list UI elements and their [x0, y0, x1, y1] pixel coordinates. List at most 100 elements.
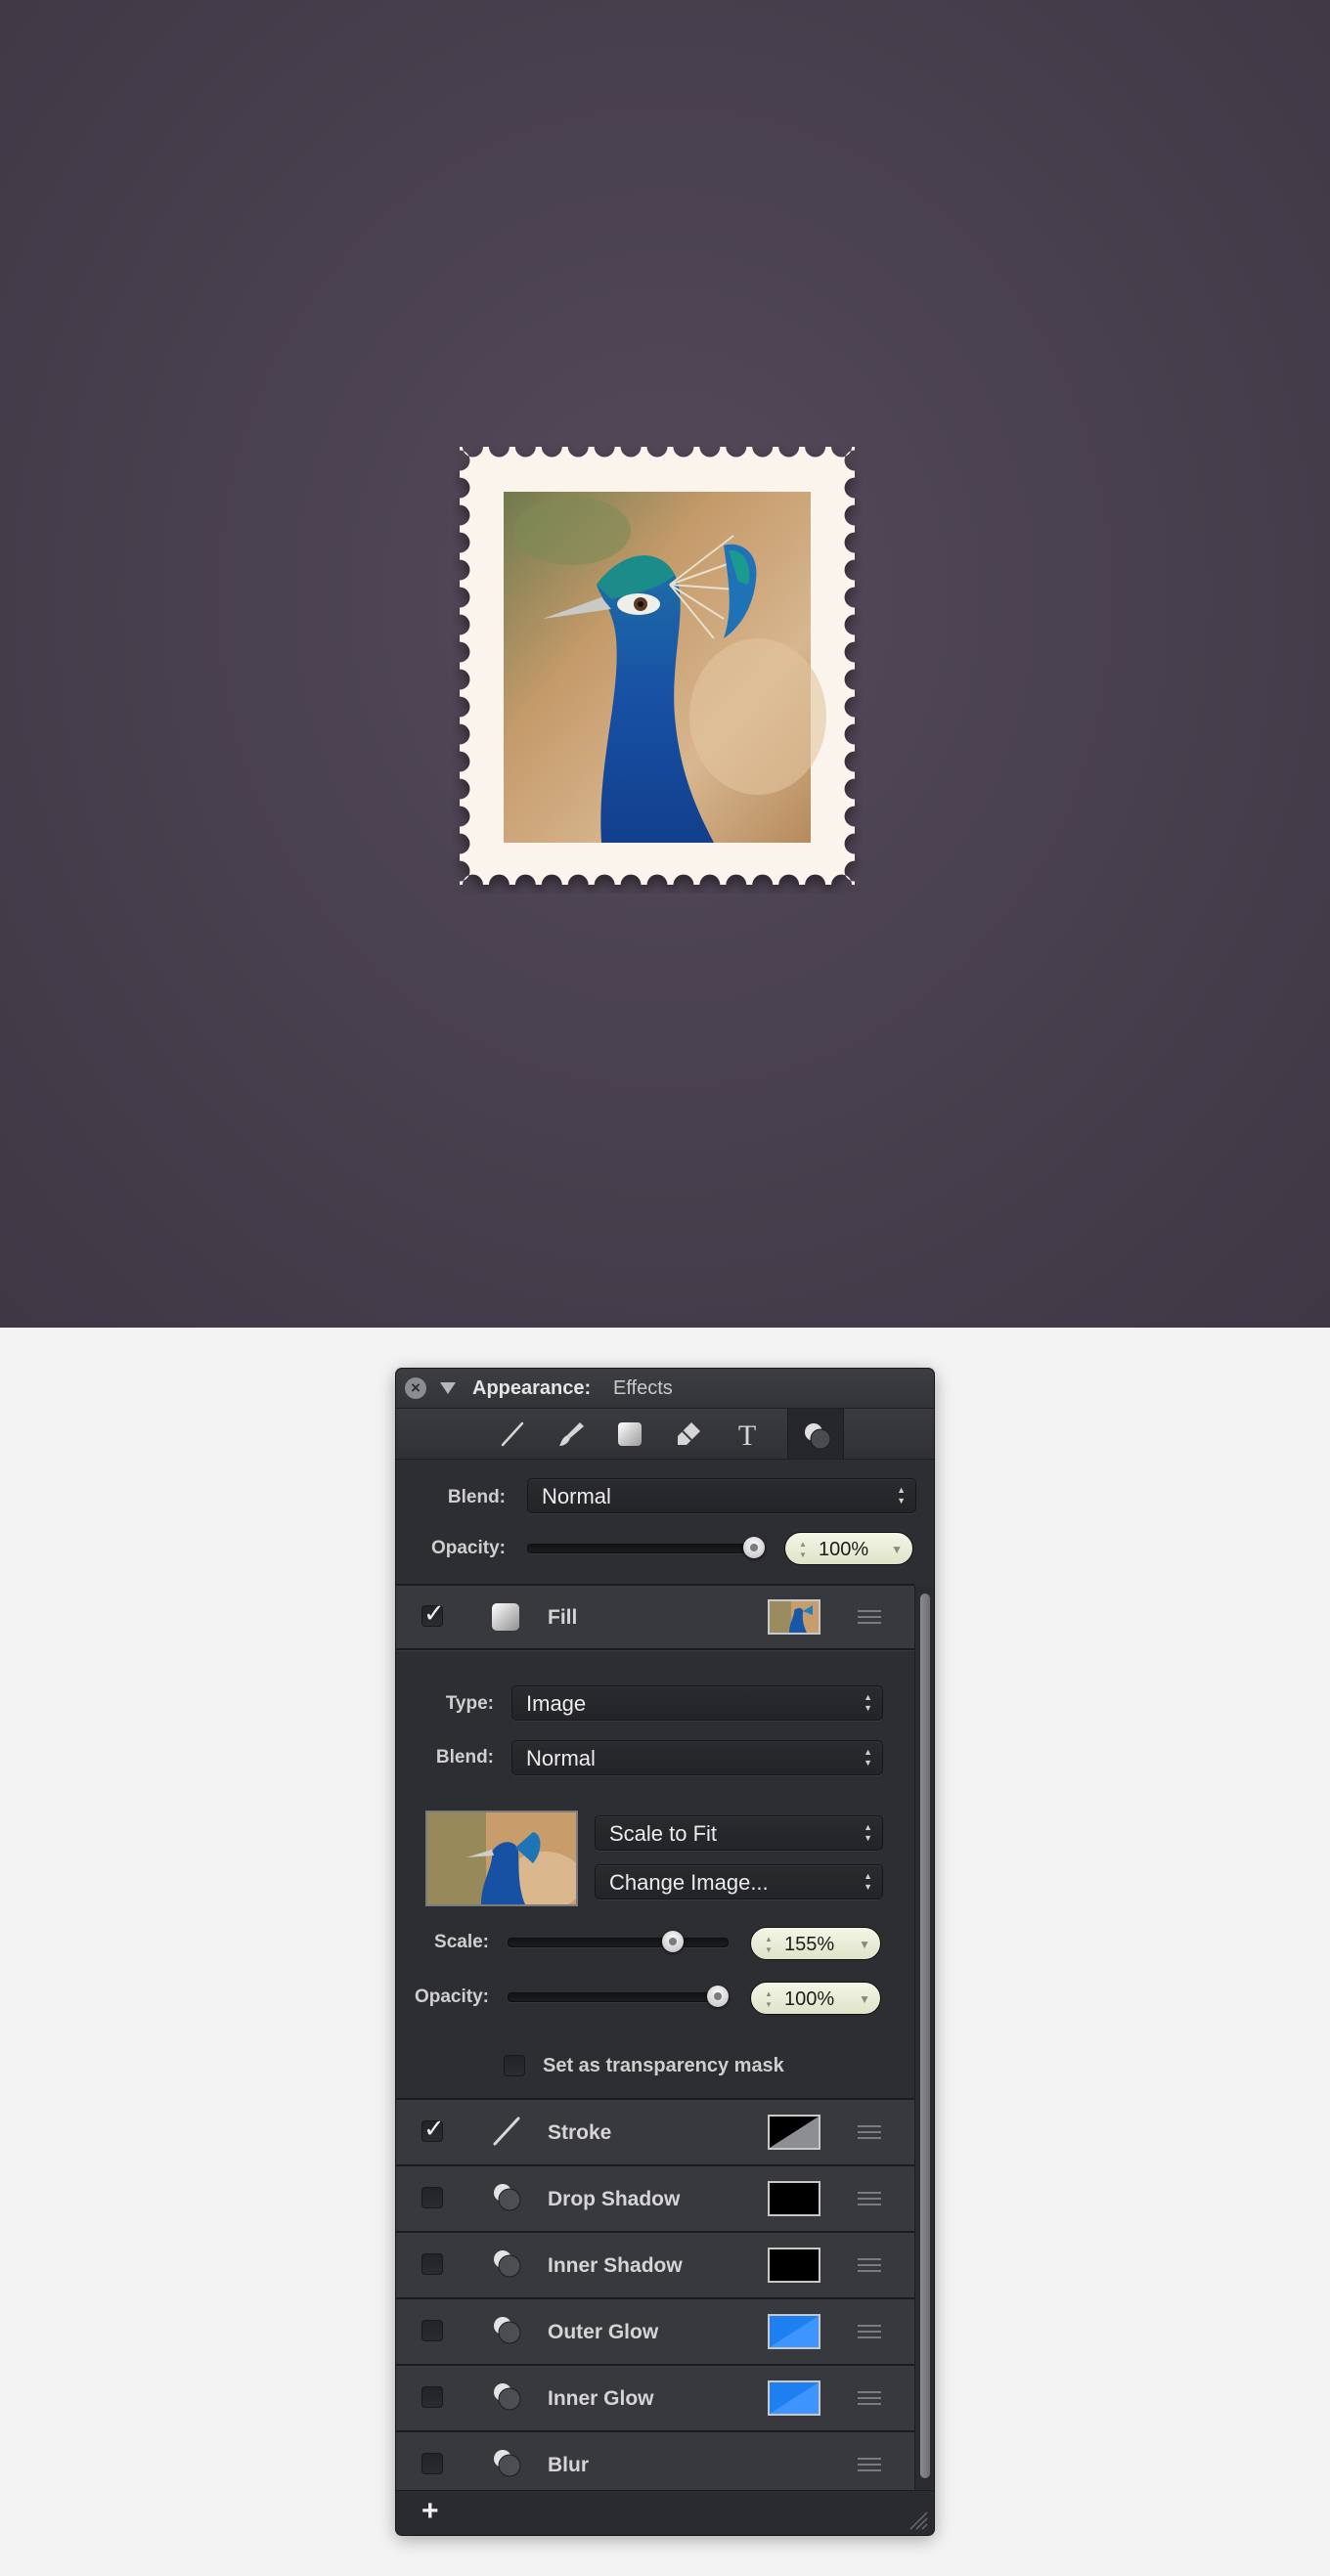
effect-checkbox[interactable]	[421, 2115, 445, 2144]
shadow-icon	[494, 2184, 521, 2211]
svg-text:T: T	[738, 1419, 756, 1449]
brush-icon[interactable]	[543, 1409, 599, 1459]
fill-opacity-slider[interactable]	[508, 1992, 729, 2002]
divider	[396, 2098, 914, 2100]
panel-subtitle: Effects	[613, 1377, 673, 1399]
stroke-icon	[493, 2117, 520, 2146]
drag-handle-icon[interactable]	[858, 2192, 881, 2209]
effects-icon[interactable]	[787, 1409, 844, 1459]
updown-arrows-icon: ▲ ▼	[864, 1871, 872, 1892]
change-image-label: Change Image...	[609, 1870, 769, 1895]
opacity-stepper[interactable]: ▲ ▼ 100% ▼	[784, 1532, 913, 1565]
chevron-down-icon[interactable]: ▼	[859, 1983, 870, 2016]
drag-handle-icon[interactable]	[858, 2258, 881, 2276]
shadow-icon	[494, 2317, 521, 2344]
text-icon[interactable]: T	[719, 1409, 776, 1459]
scale-slider[interactable]	[508, 1938, 729, 1947]
chevron-down-icon[interactable]: ▼	[891, 1533, 903, 1566]
fill-opacity-value: 100%	[784, 1988, 835, 2010]
fill-opacity-slider-knob[interactable]	[707, 1986, 729, 2007]
effect-row-blur[interactable]: Blur	[396, 2432, 914, 2497]
scale-slider-knob[interactable]	[662, 1931, 684, 1952]
fill-icon[interactable]	[601, 1409, 658, 1459]
drag-handle-icon[interactable]	[858, 2391, 881, 2409]
fill-checkbox[interactable]	[421, 1599, 445, 1629]
fill-blend-select[interactable]: Normal ▲ ▼	[511, 1740, 883, 1775]
divider	[396, 2231, 914, 2233]
scrollbar-thumb[interactable]	[920, 1594, 930, 2478]
effect-label: Inner Shadow	[548, 2254, 683, 2277]
drag-handle-icon[interactable]	[858, 2325, 881, 2342]
scale-label: Scale:	[434, 1932, 489, 1952]
blend-value: Normal	[542, 1484, 611, 1508]
panel-title: Appearance:	[472, 1377, 592, 1399]
effect-row-inner-glow[interactable]: Inner Glow	[396, 2366, 914, 2430]
opacity-slider-knob[interactable]	[743, 1537, 765, 1558]
scrollbar[interactable]	[914, 1586, 934, 2489]
add-effect-button[interactable]: +	[421, 2495, 439, 2528]
stepper-arrows-icon[interactable]: ▲ ▼	[765, 1934, 773, 1955]
fill-icon	[492, 1603, 519, 1631]
eraser-icon[interactable]	[660, 1409, 717, 1459]
change-image-select[interactable]: Change Image... ▲ ▼	[595, 1864, 883, 1899]
fill-row[interactable]: Fill	[396, 1586, 914, 1648]
effect-color-swatch[interactable]	[768, 2380, 820, 2416]
divider	[396, 1648, 914, 1650]
effect-checkbox[interactable]	[421, 2453, 443, 2474]
close-icon[interactable]: ×	[405, 1377, 426, 1399]
tool-toolbar: T	[396, 1409, 934, 1460]
panel-titlebar: × Appearance: Effects	[396, 1369, 934, 1409]
scale-value: 155%	[784, 1934, 835, 1955]
fill-opacity-label: Opacity:	[414, 1987, 489, 2007]
disclosure-triangle-icon[interactable]	[440, 1382, 456, 1394]
effect-row-stroke[interactable]: Stroke	[396, 2100, 914, 2164]
fill-blend-value: Normal	[526, 1746, 596, 1770]
opacity-slider[interactable]	[527, 1544, 761, 1553]
drag-handle-icon[interactable]	[858, 1610, 881, 1628]
transparency-mask-checkbox[interactable]	[504, 2055, 525, 2076]
peacock-photo	[504, 492, 826, 843]
postage-stamp[interactable]	[452, 440, 863, 894]
effect-checkbox[interactable]	[421, 2386, 443, 2408]
effect-row-outer-glow[interactable]: Outer Glow	[396, 2299, 914, 2364]
effect-row-inner-shadow[interactable]: Inner Shadow	[396, 2233, 914, 2297]
effect-color-swatch[interactable]	[768, 2314, 820, 2349]
effect-checkbox[interactable]	[421, 2187, 443, 2208]
effect-checkbox[interactable]	[421, 2320, 443, 2341]
blend-select[interactable]: Normal ▲ ▼	[527, 1478, 916, 1513]
drag-handle-icon[interactable]	[858, 2458, 881, 2475]
line-icon[interactable]	[484, 1409, 541, 1459]
effect-checkbox[interactable]	[421, 2253, 443, 2275]
resize-grip-icon[interactable]	[907, 2509, 928, 2530]
stepper-arrows-icon[interactable]: ▲ ▼	[765, 1988, 773, 2010]
effect-label: Inner Glow	[548, 2387, 654, 2410]
effect-row-drop-shadow[interactable]: Drop Shadow	[396, 2166, 914, 2231]
effect-label: Blur	[548, 2454, 589, 2476]
divider	[396, 2164, 914, 2166]
shadow-icon	[494, 2450, 521, 2477]
shadow-icon	[494, 2383, 521, 2411]
scale-mode-select[interactable]: Scale to Fit ▲ ▼	[595, 1815, 883, 1851]
effect-color-swatch[interactable]	[768, 2115, 820, 2150]
design-canvas[interactable]	[0, 0, 1330, 1328]
scale-mode-value: Scale to Fit	[609, 1821, 718, 1846]
type-label: Type:	[445, 1693, 494, 1714]
type-value: Image	[526, 1691, 587, 1716]
effect-color-swatch[interactable]	[768, 2248, 820, 2283]
scale-stepper[interactable]: ▲ ▼ 155% ▼	[750, 1927, 881, 1960]
updown-arrows-icon: ▲ ▼	[864, 1692, 872, 1713]
type-select[interactable]: Image ▲ ▼	[511, 1685, 883, 1721]
chevron-down-icon[interactable]: ▼	[859, 1928, 870, 1961]
effect-label: Drop Shadow	[548, 2188, 681, 2210]
appearance-panel: × Appearance: Effects T Blend: Normal ▲ ▼…	[396, 1369, 934, 2535]
fill-image-preview[interactable]	[425, 1811, 578, 1906]
fill-opacity-stepper[interactable]: ▲ ▼ 100% ▼	[750, 1982, 881, 2015]
effect-color-swatch[interactable]	[768, 2181, 820, 2216]
divider	[396, 2297, 914, 2299]
opacity-label: Opacity:	[430, 1538, 506, 1558]
stepper-arrows-icon[interactable]: ▲ ▼	[799, 1539, 807, 1560]
fill-image-swatch[interactable]	[768, 1599, 820, 1635]
divider	[396, 2430, 914, 2432]
drag-handle-icon[interactable]	[858, 2125, 881, 2143]
opacity-value: 100%	[819, 1539, 869, 1560]
